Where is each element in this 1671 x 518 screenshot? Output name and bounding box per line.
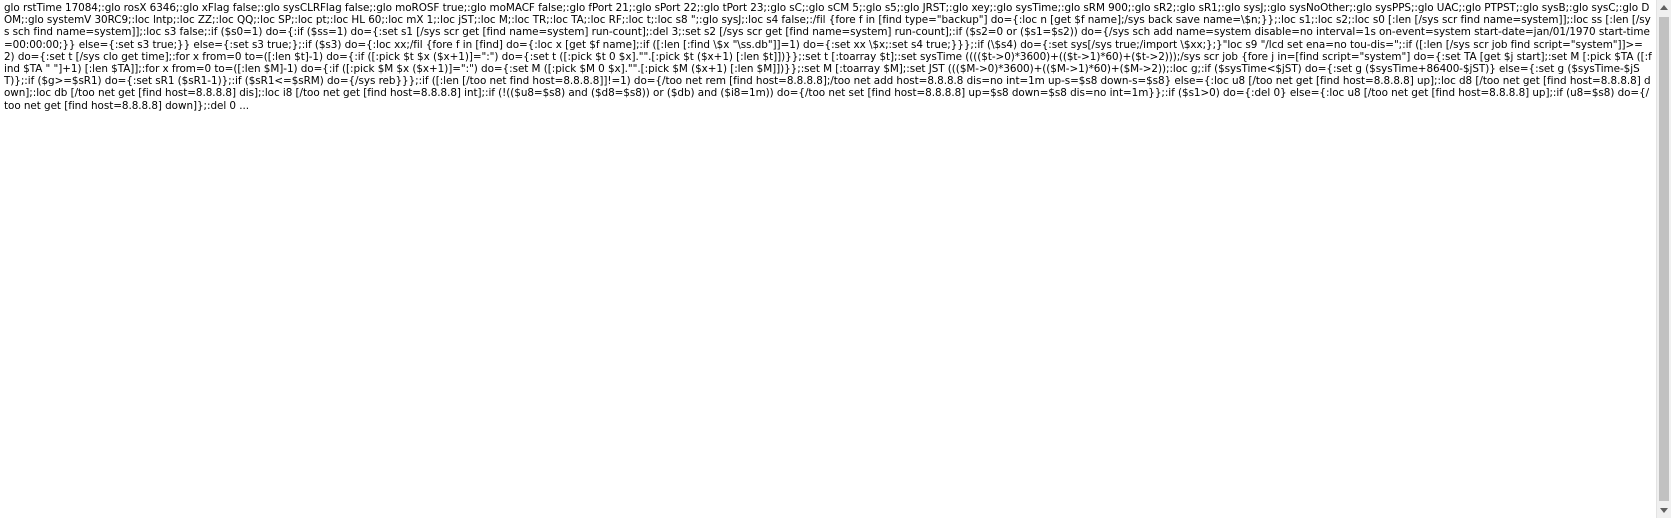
script-text-body: glo rstTime 17084;:glo rosX 6346;:glo xF…: [4, 2, 1652, 112]
triangle-up-icon: [1660, 5, 1668, 10]
scroll-up-button[interactable]: [1657, 0, 1671, 15]
vertical-scrollbar[interactable]: [1656, 0, 1671, 518]
scrollbar-thumb[interactable]: [1659, 17, 1669, 501]
text-viewer-window: glo rstTime 17084;:glo rosX 6346;:glo xF…: [0, 0, 1671, 518]
text-content-area[interactable]: glo rstTime 17084;:glo rosX 6346;:glo xF…: [0, 0, 1656, 518]
triangle-down-icon: [1660, 508, 1668, 513]
scroll-down-button[interactable]: [1657, 503, 1671, 518]
